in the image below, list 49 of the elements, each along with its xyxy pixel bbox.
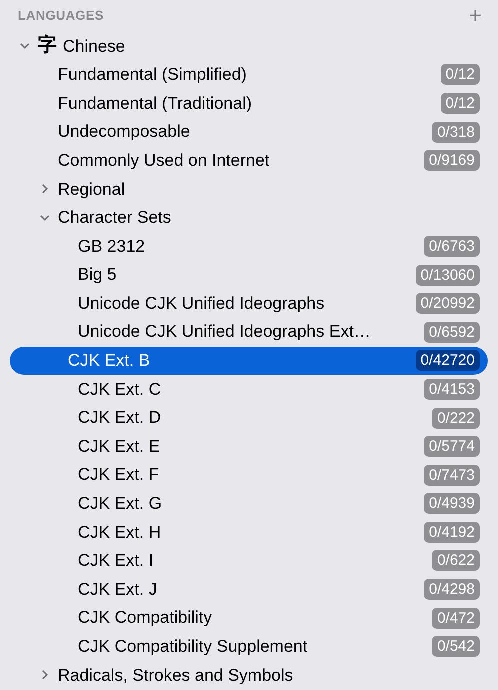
count-badge: 0/542	[432, 636, 480, 658]
item-label[interactable]: Radicals, Strokes and Symbols	[58, 662, 294, 688]
glyph-icon: 字	[38, 32, 57, 61]
item-label[interactable]: CJK Ext. J	[78, 576, 158, 602]
item-label[interactable]: Fundamental (Traditional)	[58, 90, 252, 116]
item-label[interactable]: Character Sets	[58, 205, 172, 231]
item-label[interactable]: Unicode CJK Unified Ideographs Ext…	[78, 319, 371, 345]
count-badge: 0/472	[432, 608, 480, 629]
chevron-icon[interactable]	[20, 41, 30, 52]
count-badge: 0/4298	[424, 579, 480, 600]
count-badge: 0/13060	[416, 264, 480, 286]
item-label[interactable]: GB 2312	[78, 234, 146, 260]
item-label[interactable]: Big 5	[78, 262, 117, 288]
count-badge: 0/20992	[416, 293, 480, 314]
count-badge: 0/6763	[424, 236, 480, 257]
count-badge: 0/42720	[416, 350, 480, 372]
item-label[interactable]: Undecomposable	[58, 119, 190, 145]
count-badge: 0/318	[432, 122, 480, 143]
item-label[interactable]: CJK Ext. H	[78, 520, 162, 546]
item-label[interactable]: CJK Compatibility	[78, 605, 212, 631]
chevron-icon[interactable]	[40, 212, 50, 223]
item-label: CJK Ext. B	[68, 350, 150, 372]
item-label[interactable]: Chinese	[63, 34, 126, 60]
item-label[interactable]: CJK Ext. C	[78, 376, 162, 402]
count-badge: 0/4192	[424, 522, 480, 543]
count-badge: 0/6592	[424, 322, 480, 343]
item-label[interactable]: CJK Ext. E	[78, 434, 160, 460]
count-badge: 0/222	[432, 408, 480, 429]
item-label[interactable]: CJK Ext. D	[78, 405, 162, 431]
item-label[interactable]: CJK Ext. G	[78, 491, 162, 517]
count-badge: 0/9169	[424, 150, 480, 172]
count-badge: 0/4939	[424, 493, 480, 514]
item-label[interactable]: CJK Ext. I	[78, 548, 154, 574]
count-badge: 0/5774	[424, 436, 480, 458]
chevron-icon[interactable]	[40, 184, 50, 194]
item-label[interactable]: Unicode CJK Unified Ideographs	[78, 290, 325, 316]
count-badge: 0/7473	[424, 464, 480, 486]
count-badge: 0/622	[432, 550, 480, 572]
item-label[interactable]: CJK Ext. F	[78, 462, 160, 488]
chevron-icon[interactable]	[40, 670, 50, 680]
count-badge: 0/12	[440, 64, 480, 86]
count-badge: 0/4153	[424, 378, 480, 400]
count-badge: 0/12	[440, 92, 480, 114]
tree-row[interactable]: CJK Ext. B 0/42720	[10, 346, 488, 376]
item-label[interactable]: Fundamental (Simplified)	[58, 62, 247, 88]
item-label[interactable]: CJK Compatibility Supplement	[78, 634, 308, 660]
item-label[interactable]: Regional	[58, 176, 126, 202]
section-title: LANGUAGES	[18, 7, 104, 26]
item-label[interactable]: Commonly Used on Internet	[58, 148, 270, 174]
